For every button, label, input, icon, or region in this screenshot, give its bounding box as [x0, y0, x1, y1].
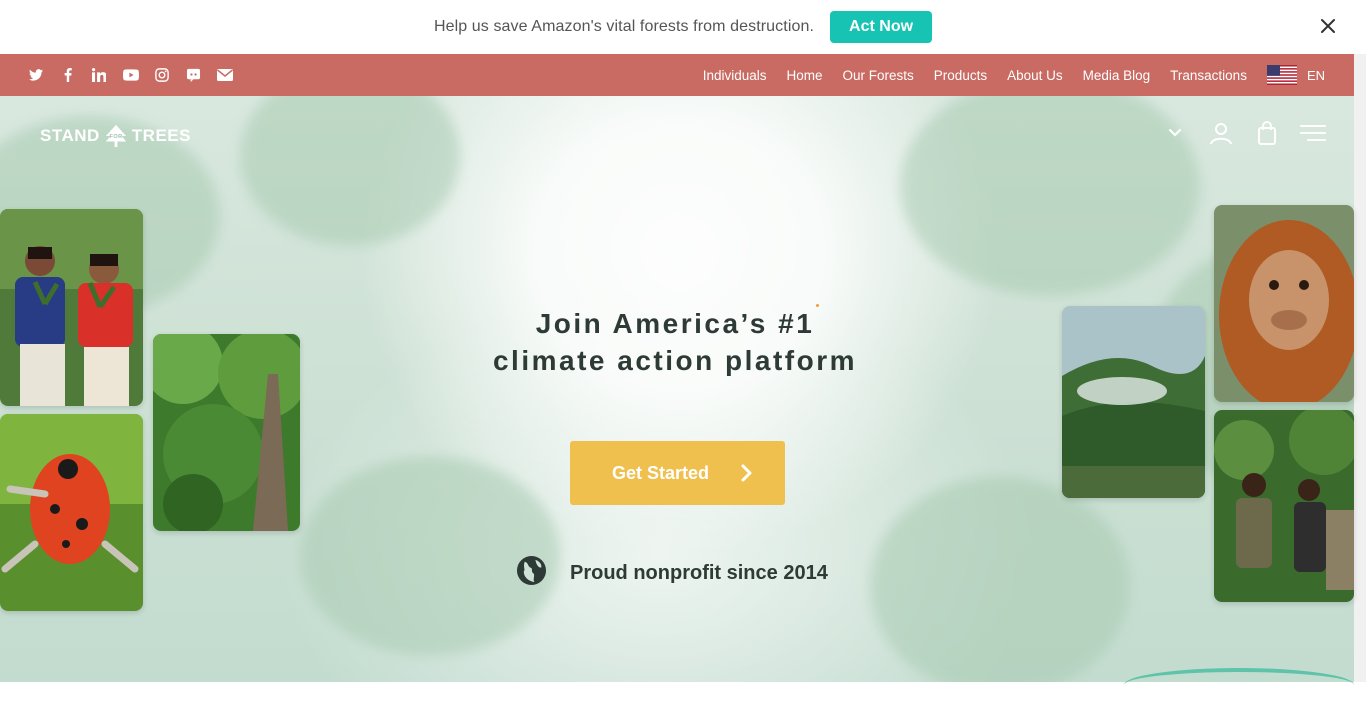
top-bar: Individuals Home Our Forests Products Ab… — [0, 54, 1354, 96]
foliage-blob — [870, 476, 1130, 682]
chevron-right-icon — [741, 464, 753, 482]
chevron-down-icon[interactable] — [1162, 120, 1188, 146]
photo-people-in-forest — [1214, 410, 1354, 602]
photo-women-with-seedlings — [0, 209, 143, 406]
language-selector[interactable]: EN — [1266, 65, 1325, 85]
announcement-bar: Help us save Amazon's vital forests from… — [0, 0, 1366, 54]
site-logo[interactable]: STAND FOR TREES — [40, 124, 191, 148]
facebook-icon[interactable] — [60, 67, 76, 83]
tree-logo-icon: FOR — [104, 124, 128, 148]
language-label: EN — [1306, 67, 1325, 83]
nav-products[interactable]: Products — [934, 68, 987, 83]
scrollbar[interactable] — [1354, 54, 1366, 682]
announcement-text: Help us save Amazon's vital forests from… — [433, 18, 815, 35]
headline-line-2: climate action platform — [492, 345, 857, 376]
logo-text-trees: TREES — [131, 126, 191, 145]
photo-orangutan — [1214, 205, 1354, 402]
us-flag-icon — [1266, 65, 1297, 85]
social-links — [28, 67, 249, 83]
discord-icon[interactable] — [186, 67, 202, 83]
menu-icon[interactable] — [1300, 120, 1326, 146]
nav-media-blog[interactable]: Media Blog — [1083, 68, 1151, 83]
top-navigation: Individuals Home Our Forests Products Ab… — [683, 65, 1325, 85]
hero-headline: Join America’s #1 climate action platfor… — [420, 305, 930, 379]
nav-about-us[interactable]: About Us — [1007, 68, 1063, 83]
nav-our-forests[interactable]: Our Forests — [843, 68, 914, 83]
account-icon[interactable] — [1208, 120, 1234, 146]
twitter-icon[interactable] — [28, 67, 44, 83]
act-now-button[interactable]: Act Now — [830, 11, 933, 43]
photo-misty-rainforest — [1062, 306, 1205, 498]
close-icon[interactable] — [1316, 14, 1340, 38]
logo-text-stand: STAND — [40, 126, 100, 145]
globe-icon — [516, 555, 547, 591]
foliage-blob — [240, 96, 460, 246]
photo-red-frog — [0, 414, 143, 611]
instagram-icon[interactable] — [154, 67, 170, 83]
youtube-icon[interactable] — [122, 67, 139, 83]
headline-line-1: Join America’s #1 — [535, 308, 815, 339]
get-started-button[interactable]: Get Started — [570, 441, 785, 505]
nav-home[interactable]: Home — [787, 68, 823, 83]
shopping-bag-icon[interactable] — [1254, 120, 1280, 146]
nav-individuals[interactable]: Individuals — [703, 68, 767, 83]
photo-forest-canopy — [153, 334, 300, 531]
nonprofit-badge: Proud nonprofit since 2014 — [516, 555, 828, 591]
get-started-label: Get Started — [612, 462, 710, 483]
header-actions — [1142, 120, 1326, 146]
linkedin-icon[interactable] — [91, 67, 107, 83]
nonprofit-text: Proud nonprofit since 2014 — [570, 561, 828, 584]
logo-text-for: FOR — [109, 134, 122, 140]
decorative-dot — [816, 304, 819, 307]
email-icon[interactable] — [217, 67, 233, 83]
decorative-wave — [1124, 668, 1354, 702]
nav-transactions[interactable]: Transactions — [1170, 68, 1247, 83]
